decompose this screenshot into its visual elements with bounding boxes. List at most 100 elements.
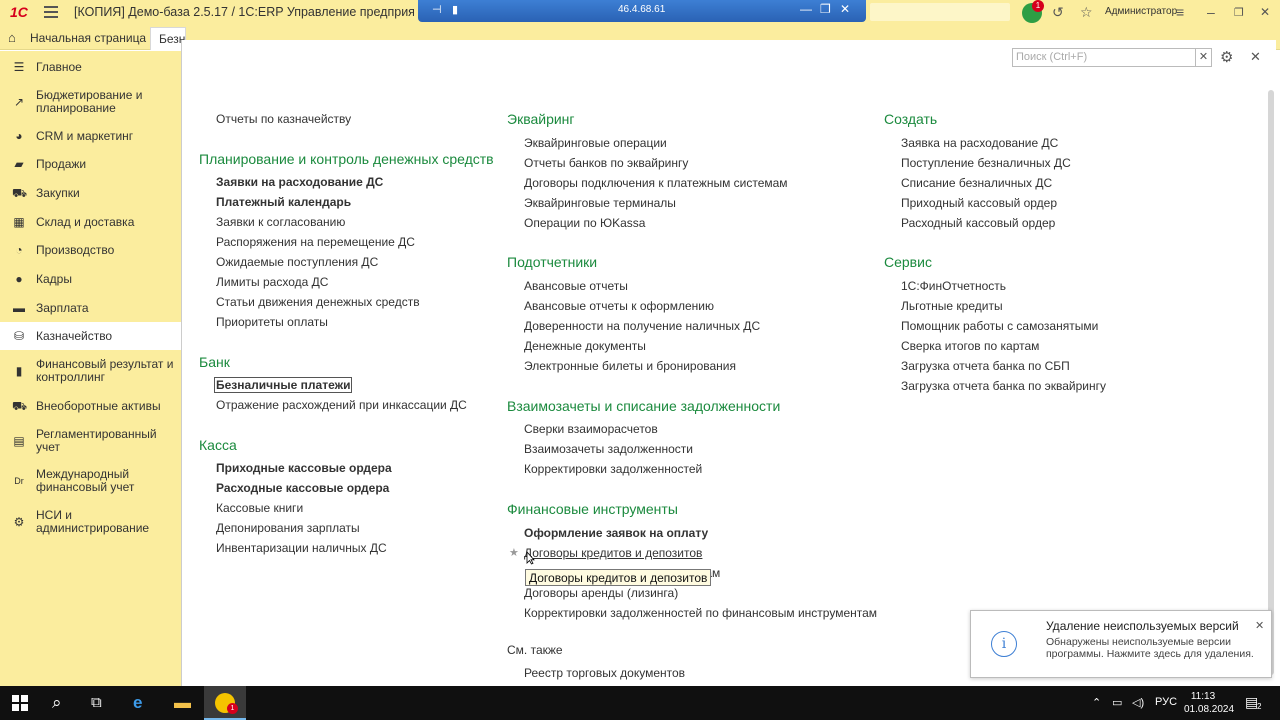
sidebar-item-crm[interactable]: ◕ CRM и маркетинг: [0, 128, 181, 144]
tab-home[interactable]: ⌂ Начальная страница: [0, 25, 146, 50]
tooltip: Договоры кредитов и депозитов: [525, 569, 712, 586]
link-bank-0[interactable]: Безналичные платежи: [214, 377, 353, 393]
main-menu-icon[interactable]: [44, 6, 58, 18]
link-planning-4[interactable]: Ожидаемые поступления ДС: [216, 255, 378, 269]
link-accountable-1[interactable]: Авансовые отчеты к оформлению: [524, 299, 714, 313]
link-accountable-2[interactable]: Доверенности на получение наличных ДС: [524, 319, 760, 333]
link-service-0[interactable]: 1С:ФинОтчетность: [901, 279, 1006, 293]
link-offsets-0[interactable]: Сверки взаиморасчетов: [524, 422, 658, 436]
link-offsets-2[interactable]: Корректировки задолженностей: [524, 462, 702, 476]
link-cash-2[interactable]: Кассовые книги: [216, 501, 303, 515]
gear-icon: ⚙: [13, 514, 25, 529]
link-planning-7[interactable]: Приоритеты оплаты: [216, 315, 328, 329]
sidebar-item-financial-result[interactable]: ▮ Финансовый результат и контроллинг: [0, 357, 181, 385]
link-service-5[interactable]: Загрузка отчета банка по эквайрингу: [901, 379, 1106, 393]
notification-close-icon[interactable]: ✕: [1255, 619, 1264, 632]
tray-chevron-icon[interactable]: ⌃: [1092, 696, 1101, 709]
close-window-icon[interactable]: ✕: [1260, 5, 1270, 19]
titlebar-search[interactable]: [870, 3, 1010, 21]
sidebar-item-purchases[interactable]: ⛟ Закупки: [0, 185, 181, 201]
link-accountable-4[interactable]: Электронные билеты и бронирования: [524, 359, 736, 373]
link-planning-1[interactable]: Платежный календарь: [216, 195, 351, 209]
minimize-icon[interactable]: –: [1207, 4, 1215, 20]
sidebar-item-label: Кадры: [36, 271, 72, 286]
link-financial-3[interactable]: Договоры аренды (лизинга): [524, 586, 678, 600]
link-cash-3[interactable]: Депонирования зарплаты: [216, 521, 360, 535]
truck-icon: ⛟: [12, 398, 28, 413]
link-acquiring-1[interactable]: Отчеты банков по эквайрингу: [524, 156, 688, 170]
link-financial-1[interactable]: Договоры кредитов и депозитов: [524, 546, 702, 560]
link-see-also-0[interactable]: Реестр торговых документов: [524, 666, 685, 680]
link-create-4[interactable]: Расходный кассовый ордер: [901, 216, 1055, 230]
sidebar-item-warehouse[interactable]: ▦ Склад и доставка: [0, 214, 181, 230]
sidebar-item-salary[interactable]: ▬ Зарплата: [0, 300, 181, 316]
favorite-star-icon[interactable]: ★: [509, 546, 519, 559]
link-treasury-reports[interactable]: Отчеты по казначейству: [216, 112, 351, 126]
link-planning-2[interactable]: Заявки к согласованию: [216, 215, 345, 229]
pin-icon[interactable]: ⊣: [432, 3, 442, 16]
link-planning-6[interactable]: Статьи движения денежных средств: [216, 295, 420, 309]
search-icon[interactable]: ⌕: [52, 693, 62, 713]
sidebar-item-production[interactable]: ◔ Производство: [0, 242, 181, 258]
link-financial-0[interactable]: Оформление заявок на оплату: [524, 526, 708, 540]
link-create-0[interactable]: Заявка на расходование ДС: [901, 136, 1058, 150]
link-offsets-1[interactable]: Взаимозачеты задолженности: [524, 442, 693, 456]
current-user[interactable]: Администратор: [1105, 6, 1177, 17]
link-cash-1[interactable]: Расходные кассовые ордера: [216, 481, 389, 495]
close-panel-icon[interactable]: ✕: [1250, 49, 1261, 65]
link-service-4[interactable]: Загрузка отчета банка по СБП: [901, 359, 1070, 373]
link-cash-0[interactable]: Приходные кассовые ордера: [216, 461, 392, 475]
internet-explorer-icon[interactable]: e: [133, 693, 142, 713]
settings-menu-icon[interactable]: ≡: [1176, 4, 1184, 20]
link-planning-0[interactable]: Заявки на расходование ДС: [216, 175, 383, 189]
sidebar-item-hr[interactable]: ● Кадры: [0, 271, 181, 287]
link-accountable-0[interactable]: Авансовые отчеты: [524, 279, 628, 293]
file-explorer-icon[interactable]: ▬: [174, 693, 191, 713]
link-acquiring-0[interactable]: Эквайринговые операции: [524, 136, 667, 150]
network-icon[interactable]: ▭: [1112, 696, 1122, 709]
sidebar-item-label: Склад и доставка: [36, 214, 135, 229]
link-acquiring-3[interactable]: Эквайринговые терминалы: [524, 196, 676, 210]
link-cash-4[interactable]: Инвентаризации наличных ДС: [216, 541, 387, 555]
link-create-1[interactable]: Поступление безналичных ДС: [901, 156, 1071, 170]
link-bank-1[interactable]: Отражение расхождений при инкассации ДС: [216, 398, 467, 412]
sidebar-item-fixed-assets[interactable]: ⛟ Внеоборотные активы: [0, 398, 181, 414]
link-service-2[interactable]: Помощник работы с самозанятыми: [901, 319, 1098, 333]
link-service-3[interactable]: Сверка итогов по картам: [901, 339, 1039, 353]
link-planning-5[interactable]: Лимиты расхода ДС: [216, 275, 328, 289]
sidebar-item-budgeting[interactable]: ↗ Бюджетирование и планирование: [0, 88, 181, 116]
notification-body[interactable]: Обнаружены неиспользуемые версии програм…: [1046, 636, 1256, 660]
task-view-icon[interactable]: ⧉: [91, 694, 102, 711]
language-indicator[interactable]: РУС: [1155, 696, 1177, 708]
sidebar-item-sales[interactable]: ▰ Продажи: [0, 156, 181, 172]
minimize-remote-icon[interactable]: —: [800, 2, 812, 16]
notification-popup[interactable]: i Удаление неиспользуемых версий Обнаруж…: [970, 610, 1272, 678]
close-remote-icon[interactable]: ✕: [840, 2, 850, 16]
favorites-star-icon[interactable]: ☆: [1080, 4, 1093, 21]
restore-icon[interactable]: ❐: [1234, 6, 1244, 19]
volume-icon[interactable]: ◁): [1132, 696, 1144, 709]
search-input[interactable]: Поиск (Ctrl+F): [1012, 48, 1196, 67]
sidebar-item-regulated[interactable]: ▤ Регламентированный учет: [0, 427, 181, 455]
link-accountable-3[interactable]: Денежные документы: [524, 339, 646, 353]
sidebar-item-label: CRM и маркетинг: [36, 128, 134, 143]
restore-remote-icon[interactable]: ❐: [820, 2, 831, 16]
link-financial-4[interactable]: Корректировки задолженностей по финансов…: [524, 606, 877, 620]
chart-icon: ↗: [13, 94, 25, 109]
scrollbar[interactable]: [1268, 90, 1274, 675]
link-service-1[interactable]: Льготные кредиты: [901, 299, 1003, 313]
link-acquiring-4[interactable]: Операции по ЮKassa: [524, 216, 645, 230]
windows-start-icon[interactable]: [12, 695, 28, 711]
clock[interactable]: 11:13 01.08.2024: [1184, 690, 1234, 716]
sidebar-item-main[interactable]: ☰ Главное: [0, 59, 181, 75]
link-planning-3[interactable]: Распоряжения на перемещение ДС: [216, 235, 415, 249]
link-create-3[interactable]: Приходный кассовый ордер: [901, 196, 1057, 210]
sidebar-item-ifrs[interactable]: Dr Международный финансовый учет: [0, 467, 181, 495]
link-create-2[interactable]: Списание безналичных ДС: [901, 176, 1052, 190]
history-icon[interactable]: ↺: [1052, 4, 1064, 21]
search-clear-icon[interactable]: ✕: [1196, 48, 1212, 67]
link-acquiring-2[interactable]: Договоры подключения к платежным система…: [524, 176, 788, 190]
sidebar-item-treasury[interactable]: ⛁ Казначейство: [0, 322, 181, 350]
sidebar-item-admin[interactable]: ⚙ НСИ и администрирование: [0, 508, 181, 536]
panel-settings-icon[interactable]: ⚙: [1220, 48, 1233, 66]
